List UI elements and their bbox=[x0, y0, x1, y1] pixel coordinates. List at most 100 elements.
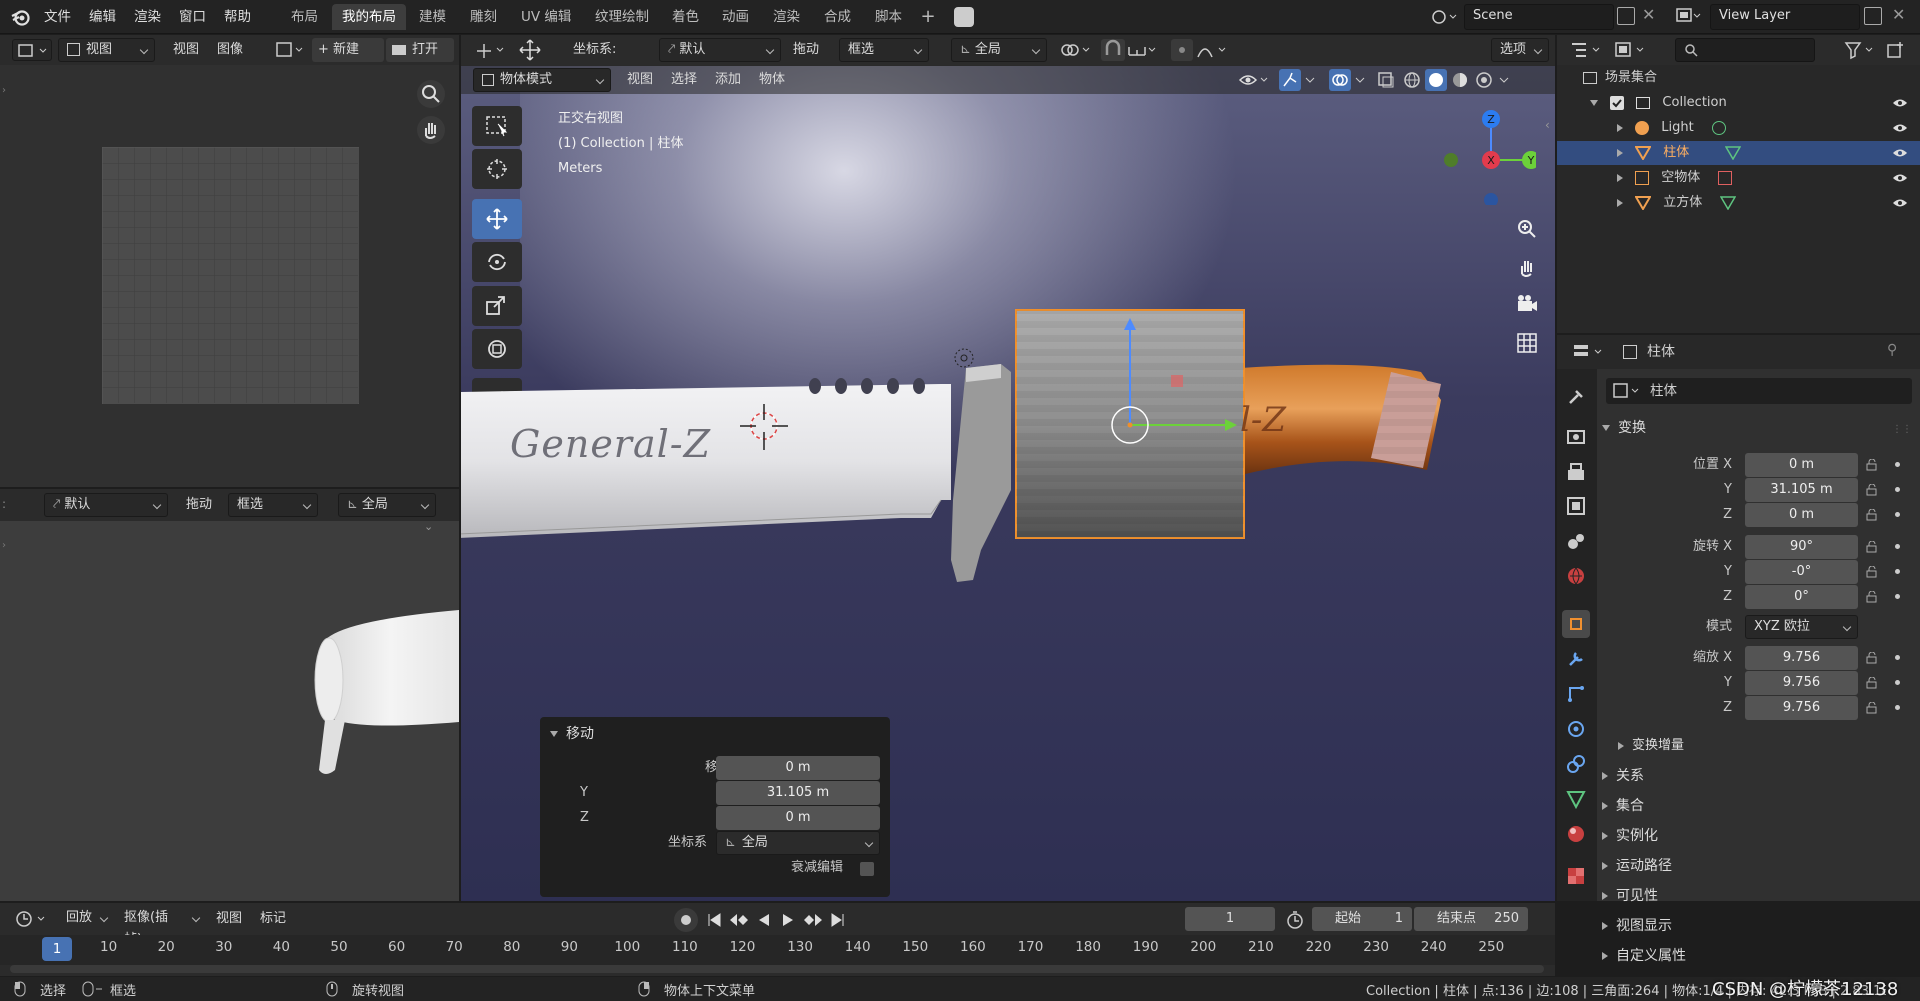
move-z-field[interactable]: 0 m bbox=[716, 806, 880, 830]
menu-edit[interactable]: 编辑 bbox=[83, 6, 122, 28]
material-shading-icon[interactable] bbox=[1449, 69, 1471, 91]
drag-dropdown[interactable]: 框选 bbox=[839, 38, 929, 62]
menu-window[interactable]: 窗口 bbox=[173, 6, 212, 28]
zoom-icon[interactable] bbox=[417, 80, 445, 108]
object-browse-icon[interactable] bbox=[1612, 380, 1644, 402]
script-icon[interactable] bbox=[954, 7, 974, 27]
outliner-item-cylinder[interactable]: 柱体 bbox=[1617, 141, 1897, 165]
tool-select-icon[interactable] bbox=[473, 39, 509, 61]
gizmo-toggle-icon[interactable] bbox=[1279, 69, 1301, 91]
keyframe-dot-icon[interactable] bbox=[1895, 462, 1900, 467]
collection-checkbox[interactable] bbox=[1610, 95, 1625, 110]
rotate-tool[interactable] bbox=[472, 242, 522, 282]
cube-eye-icon[interactable] bbox=[1892, 198, 1908, 208]
tab-uv-editing[interactable]: UV 编辑 bbox=[511, 4, 581, 30]
snap-target-icon[interactable] bbox=[1125, 39, 1161, 61]
overlay-toggle-icon[interactable] bbox=[1329, 69, 1351, 91]
scale-z-field[interactable]: 9.756 bbox=[1745, 696, 1858, 720]
object-name-field[interactable]: 柱体 bbox=[1650, 380, 1677, 402]
custom-props-section[interactable]: 自定义属性 bbox=[1602, 944, 1902, 968]
cursor-tool[interactable] bbox=[472, 149, 522, 189]
keyframe-dot-icon[interactable] bbox=[1895, 655, 1900, 660]
sidebar-toggle-icon[interactable]: ‹ bbox=[1545, 118, 1553, 132]
left-coord-dropdown[interactable]: ⤤ 默认 bbox=[44, 493, 168, 517]
new-image-button[interactable]: + 新建 bbox=[312, 38, 384, 62]
physics-tab-icon[interactable] bbox=[1562, 715, 1590, 743]
new-collection-icon[interactable] bbox=[1885, 39, 1907, 61]
cylinder-eye-icon[interactable] bbox=[1892, 148, 1908, 158]
tab-my-layout[interactable]: 我的布局 bbox=[332, 4, 406, 30]
keyframe-dot-icon[interactable] bbox=[1895, 569, 1900, 574]
rendered-shading-icon[interactable] bbox=[1473, 69, 1495, 91]
zoom-view-icon[interactable] bbox=[1512, 214, 1542, 244]
proportional-checkbox[interactable] bbox=[860, 862, 874, 876]
lock-location-y-icon[interactable] bbox=[1866, 483, 1878, 496]
empty-expand-icon[interactable] bbox=[1617, 173, 1623, 182]
select-box-tool[interactable] bbox=[472, 106, 522, 146]
motion-paths-section[interactable]: 运动路径 bbox=[1602, 854, 1902, 878]
gizmo-menu-icon[interactable] bbox=[1303, 71, 1317, 89]
camera-view-icon[interactable] bbox=[1512, 290, 1542, 320]
add-workspace-icon[interactable]: + bbox=[918, 6, 938, 28]
record-button[interactable] bbox=[674, 908, 698, 932]
constraints-tab-icon[interactable] bbox=[1562, 750, 1590, 778]
rotation-y-field[interactable]: -0° bbox=[1745, 560, 1858, 584]
timeline-marker-menu[interactable]: 标记 bbox=[254, 907, 292, 931]
scene-name-field[interactable]: Scene bbox=[1464, 4, 1614, 30]
menu-help[interactable]: 帮助 bbox=[218, 6, 257, 28]
menu-view[interactable]: 视图 bbox=[167, 38, 205, 62]
lock-location-x-icon[interactable] bbox=[1866, 458, 1878, 471]
jump-start-icon[interactable] bbox=[706, 912, 722, 928]
keyframe-dot-icon[interactable] bbox=[1895, 705, 1900, 710]
mode-dropdown[interactable]: 物体模式 bbox=[473, 68, 611, 92]
timeline-view-menu[interactable]: 视图 bbox=[210, 907, 248, 931]
start-frame-field[interactable]: 起始 1 bbox=[1312, 907, 1412, 931]
play-icon[interactable] bbox=[780, 912, 796, 928]
outliner-item-cube[interactable]: 立方体 bbox=[1617, 191, 1897, 215]
menu-file[interactable]: 文件 bbox=[38, 6, 77, 28]
view-layer-browse-icon[interactable] bbox=[1676, 7, 1702, 25]
prev-keyframe-icon[interactable] bbox=[728, 912, 750, 928]
falloff-icon[interactable] bbox=[1195, 39, 1231, 61]
scale-x-field[interactable]: 9.756 bbox=[1745, 646, 1858, 670]
cube-expand-icon[interactable] bbox=[1617, 198, 1623, 207]
outliner-search[interactable] bbox=[1675, 38, 1815, 62]
collection-row[interactable]: Collection bbox=[1590, 91, 1920, 115]
lock-scale-z-icon[interactable] bbox=[1866, 701, 1878, 714]
move-x-field[interactable]: 0 m bbox=[716, 756, 880, 780]
pan-hand-icon[interactable] bbox=[417, 116, 445, 144]
lock-location-z-icon[interactable] bbox=[1866, 508, 1878, 521]
overlay-menu-icon[interactable] bbox=[1353, 71, 1367, 89]
outliner-item-empty[interactable]: 空物体 bbox=[1617, 166, 1897, 190]
play-reverse-icon[interactable] bbox=[756, 912, 772, 928]
expand-left-lower-icon[interactable]: › bbox=[2, 540, 10, 552]
collection-expand-icon[interactable] bbox=[1590, 99, 1598, 106]
instancing-section[interactable]: 实例化 bbox=[1602, 824, 1902, 848]
lock-rotation-y-icon[interactable] bbox=[1866, 565, 1878, 578]
tool-settings-tab-icon[interactable] bbox=[1562, 383, 1590, 411]
data-tab-icon[interactable] bbox=[1562, 785, 1590, 813]
tab-sculpting[interactable]: 雕刻 bbox=[460, 4, 507, 30]
tab-layout[interactable]: 布局 bbox=[281, 4, 328, 30]
tab-scripting[interactable]: 脚本 bbox=[865, 4, 912, 30]
collections-section[interactable]: 集合 bbox=[1602, 794, 1902, 818]
pan-view-icon[interactable] bbox=[1512, 252, 1542, 282]
chevron-down-icon[interactable]: ⌄ bbox=[424, 520, 440, 534]
location-z-field[interactable]: 0 m bbox=[1745, 503, 1858, 527]
playhead-frame[interactable]: 1 bbox=[42, 937, 72, 961]
navigation-gizmo[interactable]: Z Y X bbox=[1436, 105, 1536, 205]
orientation-dropdown[interactable]: ⊾ 全局 bbox=[951, 38, 1047, 62]
visibility-section[interactable]: 可见性 bbox=[1602, 884, 1902, 908]
solid-shading-icon[interactable] bbox=[1425, 69, 1447, 91]
rotation-z-field[interactable]: 0° bbox=[1745, 585, 1858, 609]
tab-compositing[interactable]: 合成 bbox=[814, 4, 861, 30]
keyframe-dot-icon[interactable] bbox=[1895, 512, 1900, 517]
options-dropdown[interactable]: 选项 bbox=[1491, 38, 1549, 62]
pin-icon[interactable]: ⚲ bbox=[1887, 342, 1905, 360]
open-image-button[interactable]: 打开 bbox=[386, 38, 454, 62]
drag-grip-icon[interactable]: ⋮⋮ bbox=[1892, 424, 1912, 435]
new-view-layer-icon[interactable] bbox=[1864, 7, 1882, 25]
location-y-field[interactable]: 31.105 m bbox=[1745, 478, 1858, 502]
vp-menu-view[interactable]: 视图 bbox=[621, 68, 659, 92]
scene-browse-icon[interactable] bbox=[1428, 6, 1458, 28]
